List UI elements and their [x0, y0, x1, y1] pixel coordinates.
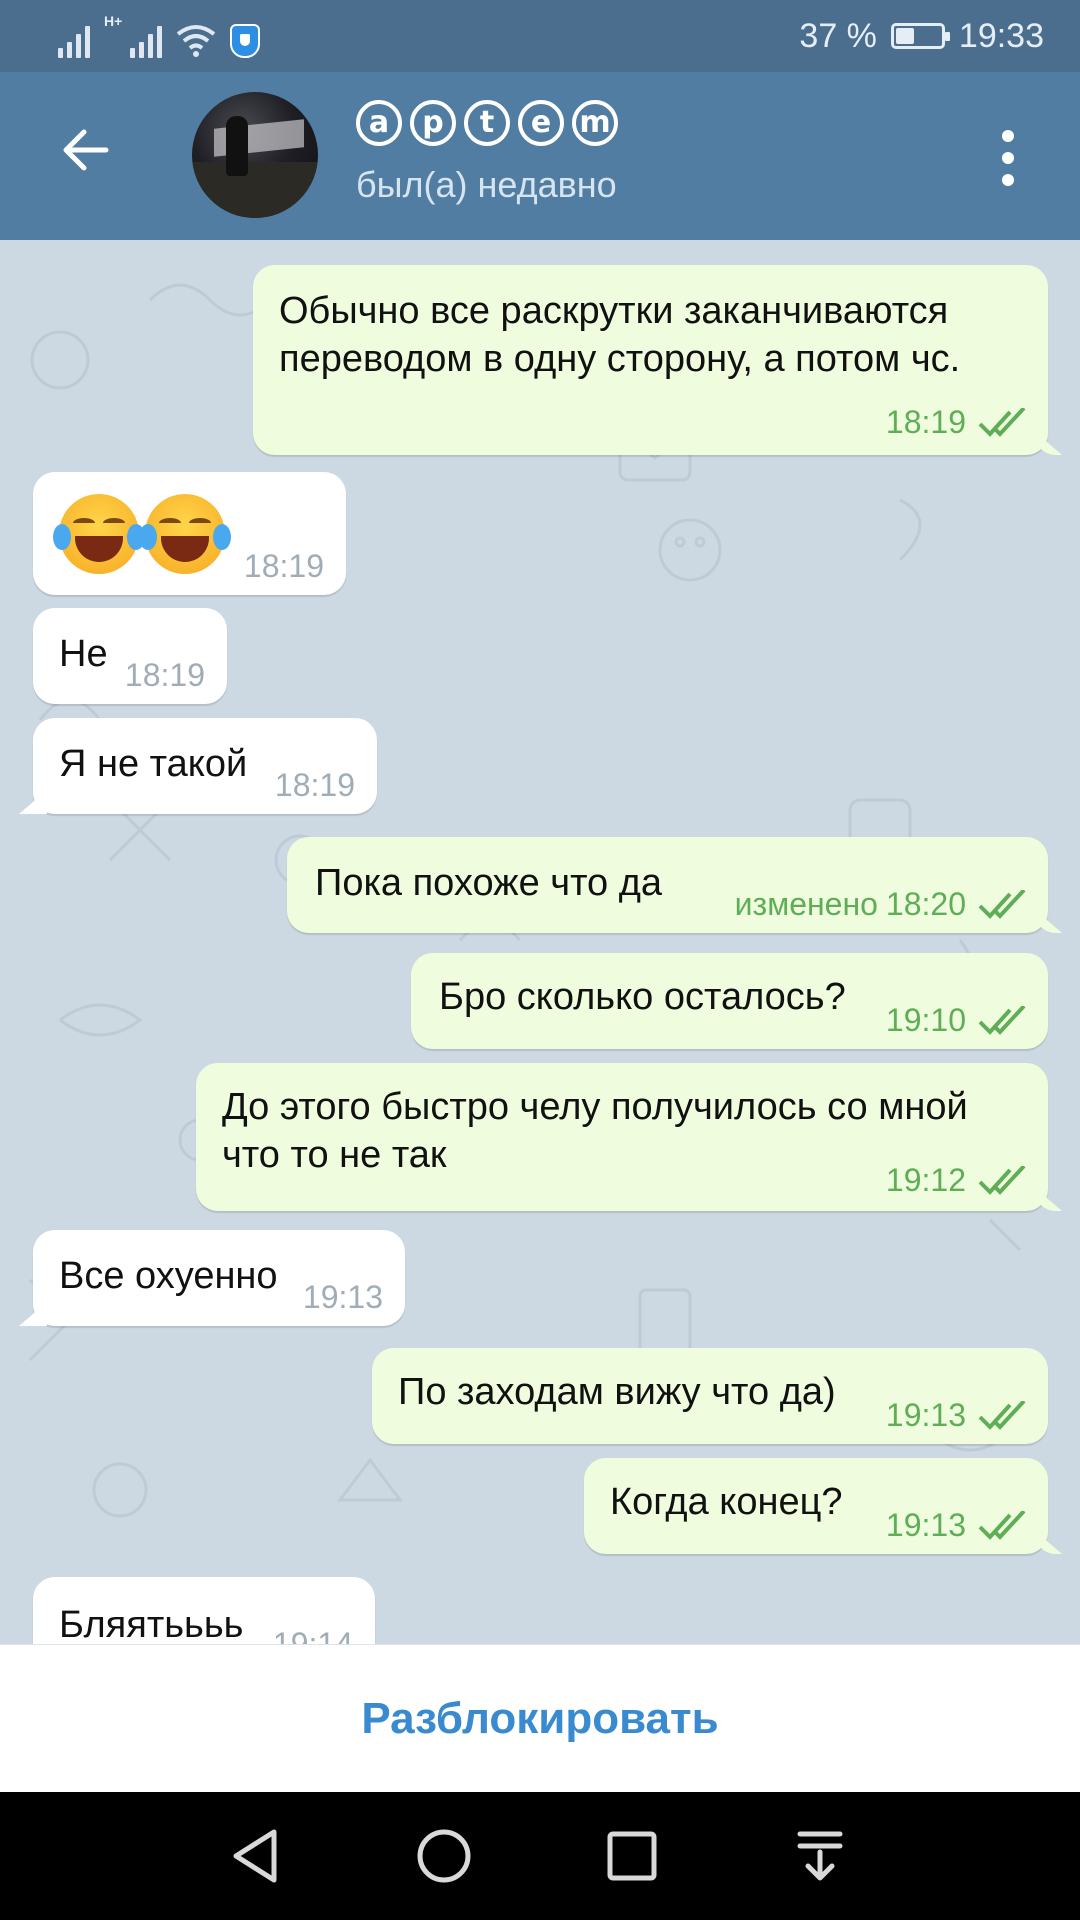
- message-time: 19:12: [885, 1162, 966, 1198]
- network-type: H+: [104, 13, 123, 29]
- last-seen-status: был(а) недавно: [356, 164, 617, 205]
- avatar[interactable]: [192, 92, 318, 218]
- message-meta: изменено 18:20: [735, 886, 1026, 923]
- name-letter: e: [518, 100, 564, 146]
- face-with-tears-of-joy-emoji: [139, 494, 231, 574]
- message-text: Пока похоже что да: [315, 862, 663, 904]
- message-bubble-incoming[interactable]: Я не такой 18:19: [33, 718, 377, 814]
- message-bubble-outgoing[interactable]: Бро сколько осталось? 19:10: [411, 953, 1048, 1049]
- message-bubble-outgoing[interactable]: По заходам вижу что да) 19:13: [372, 1348, 1048, 1444]
- message-time: 18:19: [243, 548, 324, 584]
- message-time: 19:13: [885, 1397, 966, 1433]
- message-time: 18:19: [274, 767, 355, 803]
- clock: 19:33: [958, 16, 1044, 55]
- name-letter: a: [356, 100, 402, 146]
- message-text: Обычно все раскрутки заканчиваются перев…: [279, 287, 960, 383]
- more-vertical-icon[interactable]: [998, 130, 1018, 186]
- double-check-icon: [978, 889, 1026, 919]
- message-meta: 19:13: [886, 1507, 1026, 1544]
- message-time: 18:19: [885, 404, 966, 440]
- face-with-tears-of-joy-emoji: [53, 494, 145, 574]
- status-bar-right: 37 % 19:33: [799, 14, 1044, 58]
- message-time: 19:10: [885, 1002, 966, 1038]
- battery-icon: [890, 23, 950, 49]
- unblock-label: Разблокировать: [361, 1693, 719, 1743]
- message-meta: 18:19: [244, 548, 324, 585]
- message-bubble-outgoing[interactable]: Пока похоже что да изменено 18:20: [287, 837, 1048, 933]
- signal-icon: [130, 22, 163, 58]
- message-bubble-outgoing[interactable]: Обычно все раскрутки заканчиваются перев…: [253, 265, 1048, 455]
- message-time: 19:14: [272, 1626, 353, 1644]
- message-meta: 18:19: [125, 657, 205, 694]
- message-meta: 18:19: [275, 767, 355, 804]
- message-bubble-incoming[interactable]: Все охуенно 19:13: [33, 1230, 405, 1326]
- contact-name[interactable]: a p t e m: [356, 100, 618, 146]
- message-text: До этого быстро челу получилось со мной …: [222, 1083, 968, 1179]
- message-list[interactable]: Обычно все раскрутки заканчиваются перев…: [0, 240, 1080, 1644]
- status-bar-left: H+: [58, 13, 261, 58]
- message-meta: 19:13: [886, 1397, 1026, 1434]
- double-check-icon: [978, 1400, 1026, 1430]
- message-bubble-outgoing[interactable]: Когда конец? 19:13: [584, 1458, 1048, 1554]
- message-bubble-incoming[interactable]: 18:19: [33, 472, 346, 595]
- double-check-icon: [978, 407, 1026, 437]
- message-bubble-incoming[interactable]: Не 18:19: [33, 608, 227, 704]
- message-meta: 18:19: [886, 404, 1026, 441]
- status-bar: H+ 37 % 19:33: [0, 0, 1080, 72]
- name-letter: m: [572, 100, 618, 146]
- message-time: 18:19: [124, 657, 205, 693]
- message-time: 19:13: [302, 1279, 383, 1315]
- signal-icon: [58, 22, 90, 58]
- message-text: Бро сколько осталось?: [439, 976, 846, 1018]
- message-text: Бляятьььь: [59, 1604, 244, 1644]
- message-line: До этого быстро челу получилось со мной: [222, 1086, 968, 1128]
- message-text: Я не такой: [59, 743, 248, 785]
- message-bubble-incoming[interactable]: Бляятьььь 19:14: [33, 1577, 375, 1644]
- message-text: Когда конец?: [610, 1481, 843, 1523]
- message-line: что то не так: [222, 1134, 447, 1176]
- message-meta: 19:12: [886, 1162, 1026, 1199]
- message-meta: 19:13: [303, 1279, 383, 1316]
- home-circle-icon[interactable]: [410, 1822, 478, 1890]
- message-text: Не: [59, 633, 108, 675]
- wifi-icon: [177, 25, 216, 57]
- double-check-icon: [978, 1005, 1026, 1035]
- message-meta: 19:10: [886, 1002, 1026, 1039]
- back-triangle-icon[interactable]: [222, 1822, 290, 1890]
- notifications-down-icon[interactable]: [786, 1822, 854, 1890]
- unblock-button[interactable]: Разблокировать: [0, 1644, 1080, 1792]
- message-time: 19:13: [885, 1507, 966, 1543]
- arrow-left-icon[interactable]: [58, 124, 110, 176]
- battery-percent: 37 %: [799, 16, 877, 55]
- message-meta: 19:14: [273, 1626, 353, 1644]
- chat-header: a p t e m был(а) недавно: [0, 72, 1080, 240]
- name-letter: t: [464, 100, 510, 146]
- recents-square-icon[interactable]: [598, 1822, 666, 1890]
- edited-label: изменено: [734, 886, 878, 922]
- system-navigation-bar: [0, 1792, 1080, 1920]
- message-text: Все охуенно: [59, 1255, 278, 1297]
- message-line: переводом в одну сторону, а потом чс.: [279, 338, 961, 380]
- message-line: Обычно все раскрутки заканчиваются: [279, 290, 949, 332]
- vpn-shield-icon: [230, 24, 261, 58]
- name-letter: p: [410, 100, 456, 146]
- message-time: 18:20: [885, 886, 966, 922]
- double-check-icon: [978, 1165, 1026, 1195]
- message-bubble-outgoing[interactable]: До этого быстро челу получилось со мной …: [196, 1063, 1048, 1211]
- double-check-icon: [978, 1510, 1026, 1540]
- message-text: По заходам вижу что да): [398, 1371, 836, 1413]
